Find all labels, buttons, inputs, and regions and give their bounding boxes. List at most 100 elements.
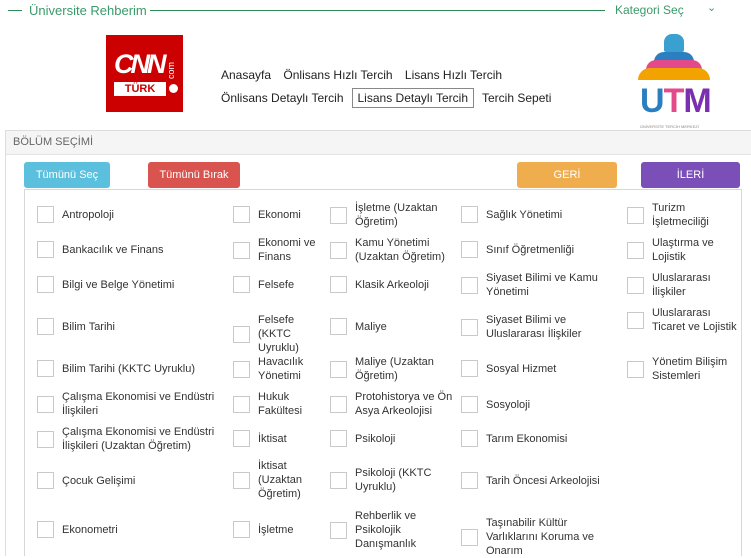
department-item[interactable]: Kamu Yönetimi (Uzaktan Öğretim) <box>330 236 455 264</box>
checkbox[interactable] <box>233 430 250 447</box>
department-item[interactable]: Havacılık Yönetimi <box>233 355 328 383</box>
department-item[interactable]: Tarım Ekonomisi <box>461 430 621 447</box>
checkbox[interactable] <box>233 360 250 378</box>
nav-link-preference-basket[interactable]: Tercih Sepeti <box>482 91 551 105</box>
checkbox[interactable] <box>233 471 250 489</box>
checkbox[interactable] <box>627 241 644 259</box>
department-item[interactable]: Ekonomi ve Finans <box>233 236 328 264</box>
department-item[interactable]: Klasik Arkeoloji <box>330 276 455 293</box>
department-item[interactable]: İktisat (Uzaktan Öğretim) <box>233 459 328 501</box>
checkbox[interactable] <box>461 318 478 336</box>
department-item[interactable]: Antropoloji <box>37 206 217 223</box>
nav-link-bachelor-quick[interactable]: Lisans Hızlı Tercih <box>405 68 502 82</box>
department-item[interactable]: İşletme (Uzaktan Öğretim) <box>330 201 455 229</box>
select-all-button[interactable]: Tümünü Seç <box>24 162 110 188</box>
checkbox[interactable] <box>461 360 478 377</box>
checkbox[interactable] <box>233 395 250 413</box>
department-label: Hukuk Fakültesi <box>258 391 303 417</box>
checkbox[interactable] <box>330 206 347 224</box>
department-item[interactable]: Çalışma Ekonomisi ve Endüstri İlişkileri… <box>37 425 217 453</box>
checkbox[interactable] <box>330 318 347 335</box>
checkbox[interactable] <box>233 521 250 538</box>
checkbox[interactable] <box>330 471 347 489</box>
nav-link-associate-detailed[interactable]: Önlisans Detaylı Tercih <box>221 91 344 105</box>
checkbox[interactable] <box>461 430 478 447</box>
department-item[interactable]: Siyaset Bilimi ve Kamu Yönetimi <box>461 271 621 299</box>
checkbox[interactable] <box>330 276 347 293</box>
checkbox[interactable] <box>627 311 644 329</box>
category-select[interactable]: Kategori Seç <box>615 3 684 17</box>
department-item[interactable]: Ekonomi <box>233 206 328 223</box>
checkbox[interactable] <box>37 521 54 538</box>
department-item[interactable]: Sosyoloji <box>461 396 621 413</box>
department-item[interactable]: Çalışma Ekonomisi ve Endüstri İlişkileri <box>37 390 217 418</box>
department-item[interactable]: Maliye <box>330 318 455 335</box>
department-item[interactable]: Bilim Tarihi <box>37 318 217 335</box>
department-item[interactable]: Felsefe <box>233 276 328 293</box>
department-item[interactable]: Uluslararası İlişkiler <box>627 271 737 299</box>
checkbox[interactable] <box>461 472 478 489</box>
department-item[interactable]: Çocuk Gelişimi <box>37 472 217 489</box>
department-item[interactable]: Yönetim Bilişim Sistemleri <box>627 355 737 383</box>
department-label: Siyaset Bilimi ve Kamu Yönetimi <box>486 272 598 298</box>
cnn-turk-logo[interactable]: CNN com TÜRK <box>106 35 183 112</box>
back-button[interactable]: GERİ <box>517 162 617 188</box>
checkbox[interactable] <box>330 360 347 378</box>
section-header: BÖLÜM SEÇİMİ <box>6 131 751 155</box>
checkbox[interactable] <box>37 276 54 293</box>
department-item[interactable]: İşletme <box>233 521 328 538</box>
site-title[interactable]: Üniversite Rehberim <box>29 3 147 18</box>
checkbox[interactable] <box>37 318 54 335</box>
checkbox[interactable] <box>330 521 347 539</box>
department-item[interactable]: Sağlık Yönetimi <box>461 206 621 223</box>
release-all-button[interactable]: Tümünü Bırak <box>148 162 240 188</box>
checkbox[interactable] <box>37 241 54 258</box>
department-item[interactable]: Turizm İşletmeciliği <box>627 201 737 229</box>
checkbox[interactable] <box>233 276 250 293</box>
department-item[interactable]: Sınıf Öğretmenliği <box>461 241 621 258</box>
checkbox[interactable] <box>37 395 54 413</box>
checkbox[interactable] <box>330 241 347 259</box>
checkbox[interactable] <box>37 206 54 223</box>
checkbox[interactable] <box>37 430 54 448</box>
checkbox[interactable] <box>330 430 347 447</box>
checkbox[interactable] <box>233 241 250 259</box>
checkbox[interactable] <box>461 206 478 223</box>
department-item[interactable]: Rehberlik ve Psikolojik Danışmanlık <box>330 509 455 551</box>
department-item[interactable]: Sosyal Hizmet <box>461 360 621 377</box>
checkbox[interactable] <box>461 396 478 413</box>
department-item[interactable]: Maliye (Uzaktan Öğretim) <box>330 355 455 383</box>
chevron-down-icon[interactable]: ⌄ <box>707 1 716 14</box>
department-item[interactable]: Felsefe (KKTC Uyruklu) <box>233 313 328 355</box>
nav-link-bachelor-detailed[interactable]: Lisans Detaylı Tercih <box>351 88 474 108</box>
department-item[interactable]: Ulaştırma ve Lojistik <box>627 236 737 264</box>
department-item[interactable]: Ekonometri <box>37 521 217 538</box>
department-item[interactable]: Bilgi ve Belge Yönetimi <box>37 276 217 293</box>
nav-link-associate-quick[interactable]: Önlisans Hızlı Tercih <box>283 68 392 82</box>
checkbox[interactable] <box>37 472 54 489</box>
utm-logo[interactable]: UTM ÜNİVERSİTE TERCİH MERKEZİ <box>636 32 712 129</box>
department-item[interactable]: Psikoloji (KKTC Uyruklu) <box>330 466 455 494</box>
checkbox[interactable] <box>233 325 250 343</box>
department-item[interactable]: Uluslararası Ticaret ve Lojistik <box>627 306 737 334</box>
checkbox[interactable] <box>461 276 478 294</box>
nav-link-home[interactable]: Anasayfa <box>221 68 271 82</box>
checkbox[interactable] <box>627 360 644 378</box>
checkbox[interactable] <box>627 206 644 224</box>
department-item[interactable]: Tarih Öncesi Arkeolojisi <box>461 472 621 489</box>
department-item[interactable]: Psikoloji <box>330 430 455 447</box>
checkbox[interactable] <box>461 528 478 546</box>
department-item[interactable]: Bilim Tarihi (KKTC Uyruklu) <box>37 360 217 377</box>
next-button[interactable]: İLERİ <box>641 162 740 188</box>
checkbox[interactable] <box>233 206 250 223</box>
checkbox[interactable] <box>627 276 644 294</box>
department-item[interactable]: Hukuk Fakültesi <box>233 390 328 418</box>
department-item[interactable]: Bankacılık ve Finans <box>37 241 217 258</box>
department-item[interactable]: Taşınabilir Kültür Varlıklarını Koruma v… <box>461 516 621 558</box>
checkbox[interactable] <box>37 360 54 377</box>
department-item[interactable]: İktisat <box>233 430 328 447</box>
department-item[interactable]: Protohistorya ve Ön Asya Arkeolojisi <box>330 390 455 418</box>
checkbox[interactable] <box>330 395 347 413</box>
checkbox[interactable] <box>461 241 478 258</box>
department-item[interactable]: Siyaset Bilimi ve Uluslararası İlişkiler <box>461 313 621 341</box>
